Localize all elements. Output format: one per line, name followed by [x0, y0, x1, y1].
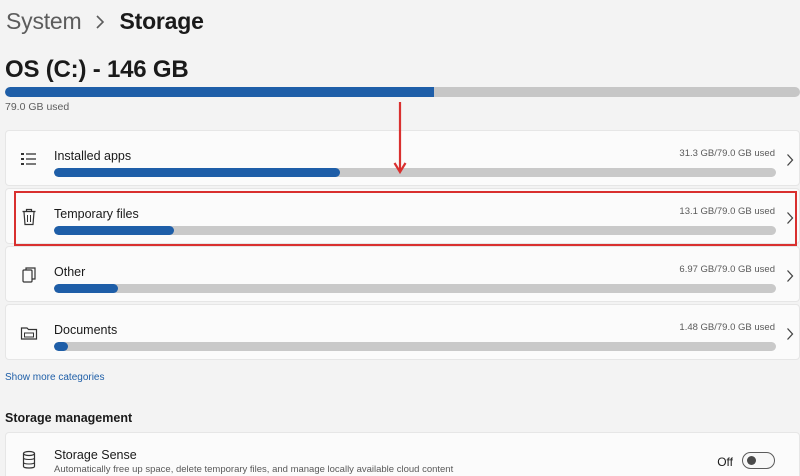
category-usage-bar [54, 284, 776, 293]
other-files-icon [19, 265, 39, 285]
storage-sense-card[interactable]: Storage Sense Automatically free up spac… [5, 432, 800, 476]
category-other[interactable]: Other 6.97 GB/79.0 GB used [5, 246, 800, 302]
category-usage-bar [54, 168, 776, 177]
drive-usage-bar [5, 87, 800, 97]
category-label: Installed apps [54, 149, 132, 163]
category-usage: 13.1 GB/79.0 GB used [679, 206, 775, 217]
folder-icon [19, 323, 39, 343]
breadcrumb-system[interactable]: System [6, 8, 82, 35]
category-usage-fill [54, 284, 118, 293]
category-usage-fill [54, 342, 68, 351]
chevron-right-icon [786, 327, 794, 341]
toggle-knob [747, 456, 756, 465]
category-usage-fill [54, 168, 340, 177]
category-usage-bar [54, 226, 776, 235]
show-more-categories-link[interactable]: Show more categories [5, 372, 105, 383]
apps-list-icon [19, 149, 39, 169]
chevron-right-icon [95, 14, 105, 30]
category-documents[interactable]: Documents 1.48 GB/79.0 GB used [5, 304, 800, 360]
chevron-right-icon [786, 269, 794, 283]
chevron-right-icon [786, 153, 794, 167]
storage-sense-label: Storage Sense [54, 448, 137, 462]
category-usage-bar [54, 342, 776, 351]
page-title: Storage [119, 8, 204, 34]
category-usage: 1.48 GB/79.0 GB used [679, 322, 775, 333]
category-usage: 31.3 GB/79.0 GB used [679, 148, 775, 159]
category-label: Other [54, 265, 86, 279]
chevron-right-icon [786, 211, 794, 225]
category-usage: 6.97 GB/79.0 GB used [679, 264, 775, 275]
category-label: Documents [54, 323, 118, 337]
drive-usage-fill [5, 87, 435, 97]
storage-sense-toggle[interactable] [742, 452, 775, 469]
category-temporary-files[interactable]: Temporary files 13.1 GB/79.0 GB used [5, 188, 800, 244]
arrow-down-icon [393, 102, 407, 175]
category-label: Temporary files [54, 207, 139, 221]
category-usage-fill [54, 226, 174, 235]
storage-management-heading: Storage management [5, 411, 133, 425]
storage-sense-icon [19, 449, 39, 471]
drive-title: OS (C:) - 146 GB [5, 56, 189, 83]
trash-icon [19, 207, 39, 227]
toggle-state-label: Off [717, 455, 733, 469]
drive-used-label: 79.0 GB used [5, 101, 70, 113]
storage-sense-description: Automatically free up space, delete temp… [54, 464, 454, 475]
breadcrumb: System Storage [6, 8, 204, 35]
